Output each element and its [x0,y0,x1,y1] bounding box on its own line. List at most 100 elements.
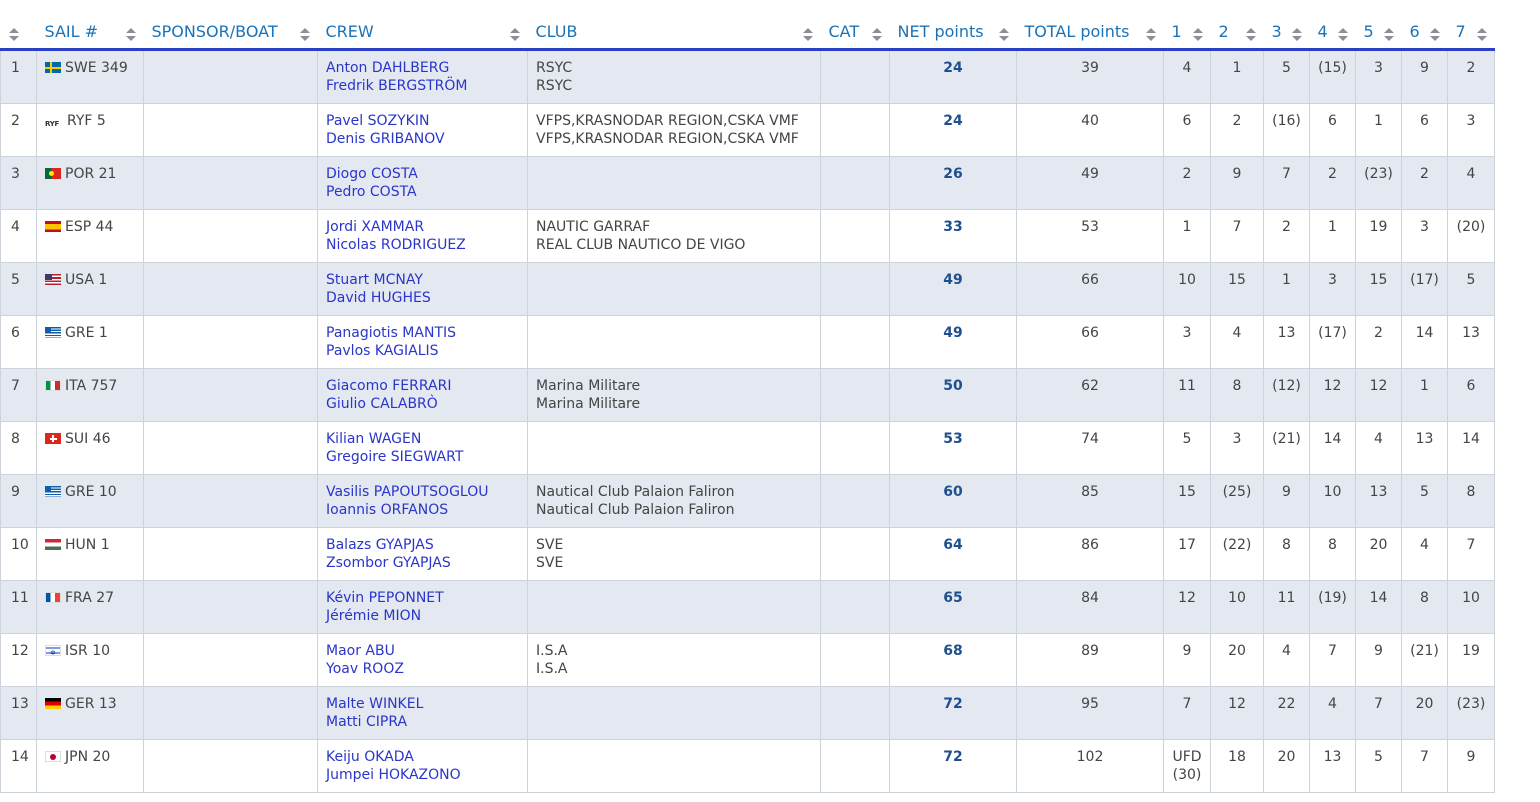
table-row[interactable]: 3 POR 21 Diogo COSTA Pedro COSTA 26 49 2 9 7 2 (23… [0,156,1495,210]
crew-helm-link[interactable]: Giacomo FERRARI [326,377,519,395]
crew-helm-link[interactable]: Vasilis PAPOUTSOGLOU [326,483,519,501]
column-header-cat[interactable]: CAT [820,0,890,51]
crew-member-link[interactable]: Ioannis ORFANOS [326,501,519,519]
race-score-cell: 18 [1210,739,1264,793]
race-score-cell: 5 [1447,262,1495,316]
crew-member-link[interactable]: Nicolas RODRIGUEZ [326,236,519,254]
column-header-race-7[interactable]: 7 [1447,0,1495,51]
table-row[interactable]: 8 SUI 46 Kilian WAGEN Gregoire SIEGWART 53 74… [0,421,1495,475]
rank-cell: 10 [0,527,37,581]
rank-cell: 14 [0,739,37,793]
crew-member-link[interactable]: Denis GRIBANOV [326,130,519,148]
crew-helm-link[interactable]: Kilian WAGEN [326,430,519,448]
column-header-race-4[interactable]: 4 [1309,0,1356,51]
column-header-sponsor[interactable]: SPONSOR/BOAT [143,0,318,51]
sort-icon[interactable] [1476,28,1487,42]
column-header-race-6[interactable]: 6 [1401,0,1448,51]
crew-helm-link[interactable]: Anton DAHLBERG [326,59,519,77]
race-score-cell: 2 [1447,49,1495,104]
sort-icon[interactable] [802,28,813,42]
crew-cell: Stuart MCNAY David HUGHES [317,262,528,316]
crew-helm-link[interactable]: Diogo COSTA [326,165,519,183]
race-score-cell: 8 [1210,368,1264,422]
crew-helm-link[interactable]: Panagiotis MANTIS [326,324,519,342]
crew-member-link[interactable]: Gregoire SIEGWART [326,448,519,466]
table-row[interactable]: 10 HUN 1 Balazs GYAPJAS Zsombor GYAPJAS SVE S… [0,527,1495,581]
table-row[interactable]: 12ISR 10Maor ABUYoav ROOZI.S.AI.S.A68899… [0,633,1495,687]
crew-helm-link[interactable]: Keiju OKADA [326,748,519,766]
crew-helm-link[interactable]: Pavel SOZYKIN [326,112,519,130]
column-header-race-3[interactable]: 3 [1263,0,1310,51]
column-header-total[interactable]: TOTAL points [1016,0,1164,51]
race-score-cell: 12 [1309,368,1356,422]
race-score-cell: 7 [1309,633,1356,687]
club-line: SVE [536,537,564,553]
table-row[interactable]: 6 GRE 1 Panagiotis MANTIS Pavlos KAGIALIS 49… [0,315,1495,369]
column-header-race-5[interactable]: 5 [1355,0,1402,51]
race-score-cell: 9 [1163,633,1211,687]
table-row[interactable]: 1 SWE 349 Anton DAHLBERG Fredrik BERGSTRÖM R… [0,49,1495,104]
crew-helm-link[interactable]: Kévin PEPONNET [326,589,519,607]
race-score-cell: 2 [1210,103,1264,157]
crew-helm-link[interactable]: Maor ABU [326,642,519,660]
sort-icon[interactable] [1429,28,1440,42]
crew-member-link[interactable]: Jérémie MION [326,607,519,625]
sort-icon[interactable] [125,28,136,42]
crew-helm-link[interactable]: Malte WINKEL [326,695,519,713]
crew-member-link[interactable]: Zsombor GYAPJAS [326,554,519,572]
column-header-race-2[interactable]: 2 [1210,0,1264,51]
table-row[interactable]: 7 ITA 757 Giacomo FERRARI Giulio CALABRÒ Mar… [0,368,1495,422]
sort-icon[interactable] [1337,28,1348,42]
race-score-cell: (21) [1263,421,1310,475]
club-line: SVE [536,555,564,571]
crew-helm-link[interactable]: Jordi XAMMAR [326,218,519,236]
table-row[interactable]: 14 JPN 20 Keiju OKADA Jumpei HOKAZONO 72 102 U… [0,739,1495,793]
column-header-crew[interactable]: CREW [317,0,528,51]
column-header-net[interactable]: NET points [889,0,1017,51]
column-header-club[interactable]: CLUB [527,0,821,51]
sort-icon[interactable] [509,28,520,42]
table-row[interactable]: 2 RYF RYF 5 Pavel SOZYKIN Denis GRIBANOV VFPS… [0,103,1495,157]
sort-icon[interactable] [1383,28,1394,42]
sort-icon[interactable] [1291,28,1302,42]
sort-icon[interactable] [998,28,1009,42]
crew-member-link[interactable]: Pedro COSTA [326,183,519,201]
race-score-cell: 13 [1401,421,1448,475]
table-row[interactable]: 5 USA 1 Stuart MCNAY David HUGHES 49 66 10 15 1 3… [0,262,1495,316]
sail-cell: GRE 1 [36,315,144,369]
column-header-race-1[interactable]: 1 [1163,0,1211,51]
table-row[interactable]: 11 FRA 27 Kévin PEPONNET Jérémie MION 65 84 12… [0,580,1495,634]
sail-cell: SWE 349 [36,49,144,104]
sort-icon[interactable] [8,28,19,42]
sort-icon[interactable] [299,28,310,42]
crew-member-link[interactable]: Pavlos KAGIALIS [326,342,519,360]
table-row[interactable]: 4 ESP 44 Jordi XAMMAR Nicolas RODRIGUEZ NAUT… [0,209,1495,263]
table-row[interactable]: 13 GER 13 Malte WINKEL Matti CIPRA 72 95 7 12 22… [0,686,1495,740]
column-header-rank[interactable] [0,0,37,51]
crew-helm-link[interactable]: Stuart MCNAY [326,271,519,289]
sort-icon[interactable] [1245,28,1256,42]
race-score-cell: 10 [1447,580,1495,634]
race-score-cell: 3 [1210,421,1264,475]
crew-helm-link[interactable]: Balazs GYAPJAS [326,536,519,554]
sort-icon[interactable] [871,28,882,42]
rank-cell: 12 [0,633,37,687]
sort-icon[interactable] [1192,28,1203,42]
table-row[interactable]: 9 GRE 10 Vasilis PAPOUTSOGLOU Ioannis ORFAN… [0,474,1495,528]
race-score-cell: 17 [1163,527,1211,581]
race-score-cell: 7 [1355,686,1402,740]
crew-member-link[interactable]: Jumpei HOKAZONO [326,766,519,784]
crew-member-link[interactable]: Giulio CALABRÒ [326,395,519,413]
crew-member-link[interactable]: Fredrik BERGSTRÖM [326,77,519,95]
crew-member-link[interactable]: Yoav ROOZ [326,660,519,678]
race-score-cell: 4 [1163,49,1211,104]
sort-icon[interactable] [1145,28,1156,42]
cat-cell [820,474,890,528]
crew-member-link[interactable]: David HUGHES [326,289,519,307]
crew-member-link[interactable]: Matti CIPRA [326,713,519,731]
race-score-cell: (22) [1210,527,1264,581]
net-points-cell: 49 [889,315,1017,369]
column-header-sail[interactable]: SAIL # [36,0,144,51]
race-score-cell: 15 [1355,262,1402,316]
rank-cell: 9 [0,474,37,528]
